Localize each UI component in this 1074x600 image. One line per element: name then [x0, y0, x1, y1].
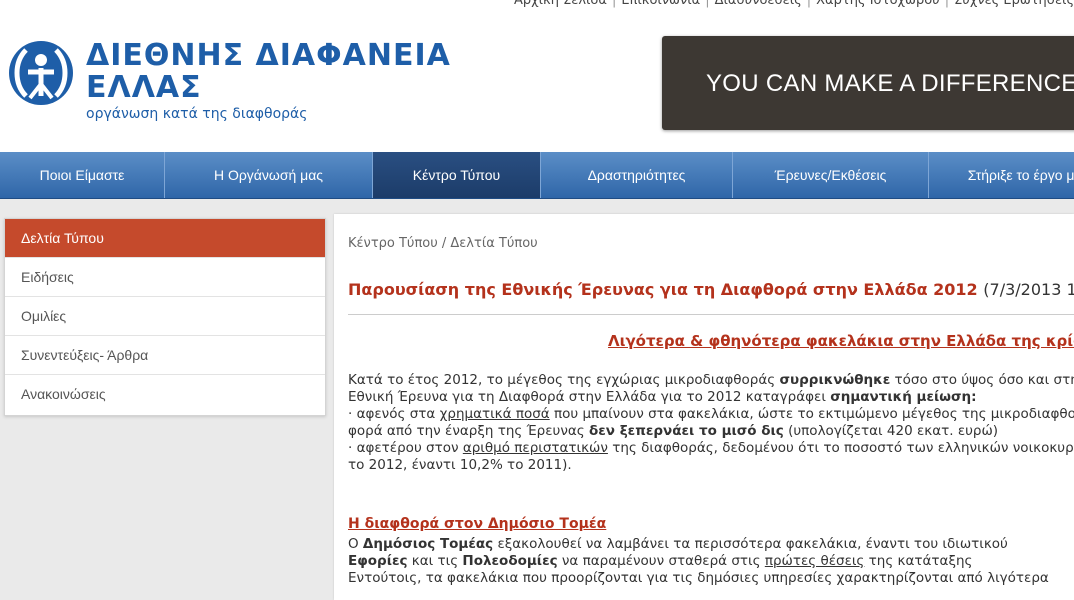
separator: | [611, 0, 617, 8]
logo-subtitle: οργάνωση κατά της διαφθοράς [86, 106, 308, 122]
site-logo[interactable]: ΔΙΕΘΝΗΣ ΔΙΑΦΑΝΕΙΑ ΕΛΛΑΣ οργάνωση κατά τη… [6, 36, 466, 126]
main-nav: Ποιοι Είμαστε Η Οργάνωσή μας Κέντρο Τύπο… [0, 152, 1074, 199]
paragraph-line: · αφενός στα χρηματικά ποσά που μπαίνουν… [348, 406, 1074, 423]
text-run: που μπαίνουν στα φακελάκια, ώστε το εκτι… [549, 406, 1074, 422]
text-bold: σημαντική μείωση: [830, 389, 977, 405]
text-underline: αριθμό περιστατικών [462, 440, 608, 456]
article-panel: Κέντρο Τύπου / Δελτία Τύπου Παρουσίαση τ… [334, 214, 1074, 600]
text-run: Ο [348, 536, 363, 552]
text-run: να παραμένουν σταθερά στις [557, 553, 765, 569]
text-bold: Δημόσιος Τομέας [362, 536, 494, 552]
text-bold: συρρικνώθηκε [779, 372, 891, 388]
top-links: Αρχική Σελίδα | Επικοινωνία | Διασυνδέσεις | Χ… [514, 0, 1074, 8]
text-run: (υπολογίζεται 420 εκατ. ευρώ) [783, 423, 999, 439]
paragraph-line: · αφετέρου στον αριθμό περιστατικών της … [348, 440, 1074, 457]
paragraph-line: το 2012, έναντι 10,2% το 2011). [348, 457, 572, 473]
headline-text: Παρουσίαση της Εθνικής Έρευνας για τη Δι… [348, 280, 978, 299]
breadcrumb: Κέντρο Τύπου / Δελτία Τύπου [348, 236, 538, 251]
nav-item-press-center[interactable]: Κέντρο Τύπου [372, 152, 540, 198]
nav-item-research[interactable]: Έρευνες/Εκθέσεις [732, 152, 928, 198]
divider [348, 314, 1074, 315]
top-link-home[interactable]: Αρχική Σελίδα [514, 0, 607, 8]
logo-title: ΔΙΕΘΝΗΣ ΔΙΑΦΑΝΕΙΑ [86, 38, 451, 73]
sidebar-item-speeches[interactable]: Ομιλίες [5, 297, 325, 336]
text-underline: πρώτες θέσεις [764, 553, 865, 569]
paragraph-line: φορά από την έναρξη της Έρευνας δεν ξεπε… [348, 423, 998, 440]
text-bold: Εφορίες [348, 553, 408, 569]
paragraph-line: Κατά το έτος 2012, το μέγεθος της εγχώρι… [348, 372, 1074, 389]
paragraph-line: Εθνική Έρευνα για τη Διαφθορά στην Ελλάδ… [348, 389, 976, 406]
text-run: της κατάταξης [864, 553, 973, 569]
separator: | [705, 0, 710, 8]
article-subtitle: Λιγότερα & φθηνότερα φακελάκια στην Ελλά… [608, 332, 1074, 350]
text-run: τόσο στο ύψος όσο και στη συχνότητα. [894, 372, 1074, 388]
banner-text: YOU CAN MAKE A DIFFERENCE! [706, 70, 1074, 97]
section-title: Η διαφθορά στον Δημόσιο Τομέα [348, 516, 607, 532]
top-link-sitemap[interactable]: Χάρτης Ιστοχώρου [816, 0, 940, 8]
nav-item-who-we-are[interactable]: Ποιοι Είμαστε [0, 152, 164, 198]
difference-banner[interactable]: YOU CAN MAKE A DIFFERENCE! [662, 36, 1074, 130]
top-link-links[interactable]: Διασυνδέσεις [715, 0, 802, 8]
sidebar-item-press-releases[interactable]: Δελτία Τύπου [5, 219, 325, 258]
nav-item-organization[interactable]: Η Οργάνωσή μας [164, 152, 372, 198]
text-run: Κατά το έτος 2012, το μέγεθος της εγχώρι… [348, 372, 780, 388]
text-bold: δεν ξεπερνάει το μισό δις [589, 423, 784, 439]
sidebar-item-news[interactable]: Ειδήσεις [5, 258, 325, 297]
text-bold: Πολεοδομίες [462, 553, 558, 569]
sidebar-menu: Δελτία Τύπου Ειδήσεις Ομιλίες Συνεντεύξε… [4, 218, 326, 416]
paragraph-line: Εφορίες και τις Πολεοδομίες να παραμένου… [348, 553, 972, 570]
sidebar-item-interviews[interactable]: Συνεντεύξεις- Άρθρα [5, 336, 325, 375]
text-underline: χρηματικά ποσά [439, 406, 550, 422]
text-run: της διαφθοράς, δεδομένου ότι το ποσοστό … [607, 440, 1074, 456]
paragraph-line: Εντούτοις, τα φακελάκια που προορίζονται… [348, 570, 1049, 586]
top-link-contact[interactable]: Επικοινωνία [621, 0, 700, 8]
text-run: και τις [407, 553, 463, 569]
text-run: εξακολουθεί να λαμβάνει τα περισσότερα φ… [493, 536, 1008, 552]
nav-item-activities[interactable]: Δραστηριότητες [540, 152, 732, 198]
paragraph-line: Ο Δημόσιος Τομέας εξακολουθεί να λαμβάνε… [348, 536, 1008, 553]
text-run: · αφετέρου στον [348, 440, 463, 456]
article-headline: Παρουσίαση της Εθνικής Έρευνας για τη Δι… [348, 280, 1074, 299]
text-run: Εθνική Έρευνα για τη Διαφθορά στην Ελλάδ… [348, 389, 831, 405]
nav-item-support[interactable]: Στήριξε το έργο μας [928, 152, 1074, 198]
sidebar-item-announcements[interactable]: Ανακοινώσεις [5, 375, 325, 413]
text-run: φορά από την έναρξη της Έρευνας [348, 423, 590, 439]
separator: | [806, 0, 812, 8]
logo-title-country: ΕΛΛΑΣ [86, 70, 202, 105]
headline-date: (7/3/2013 12:00) [983, 280, 1074, 299]
top-link-faq[interactable]: Συχνές Ερωτήσεις [954, 0, 1074, 8]
separator: | [944, 0, 950, 8]
text-run: · αφενός στα [348, 406, 440, 422]
logo-globe-icon [9, 41, 73, 105]
